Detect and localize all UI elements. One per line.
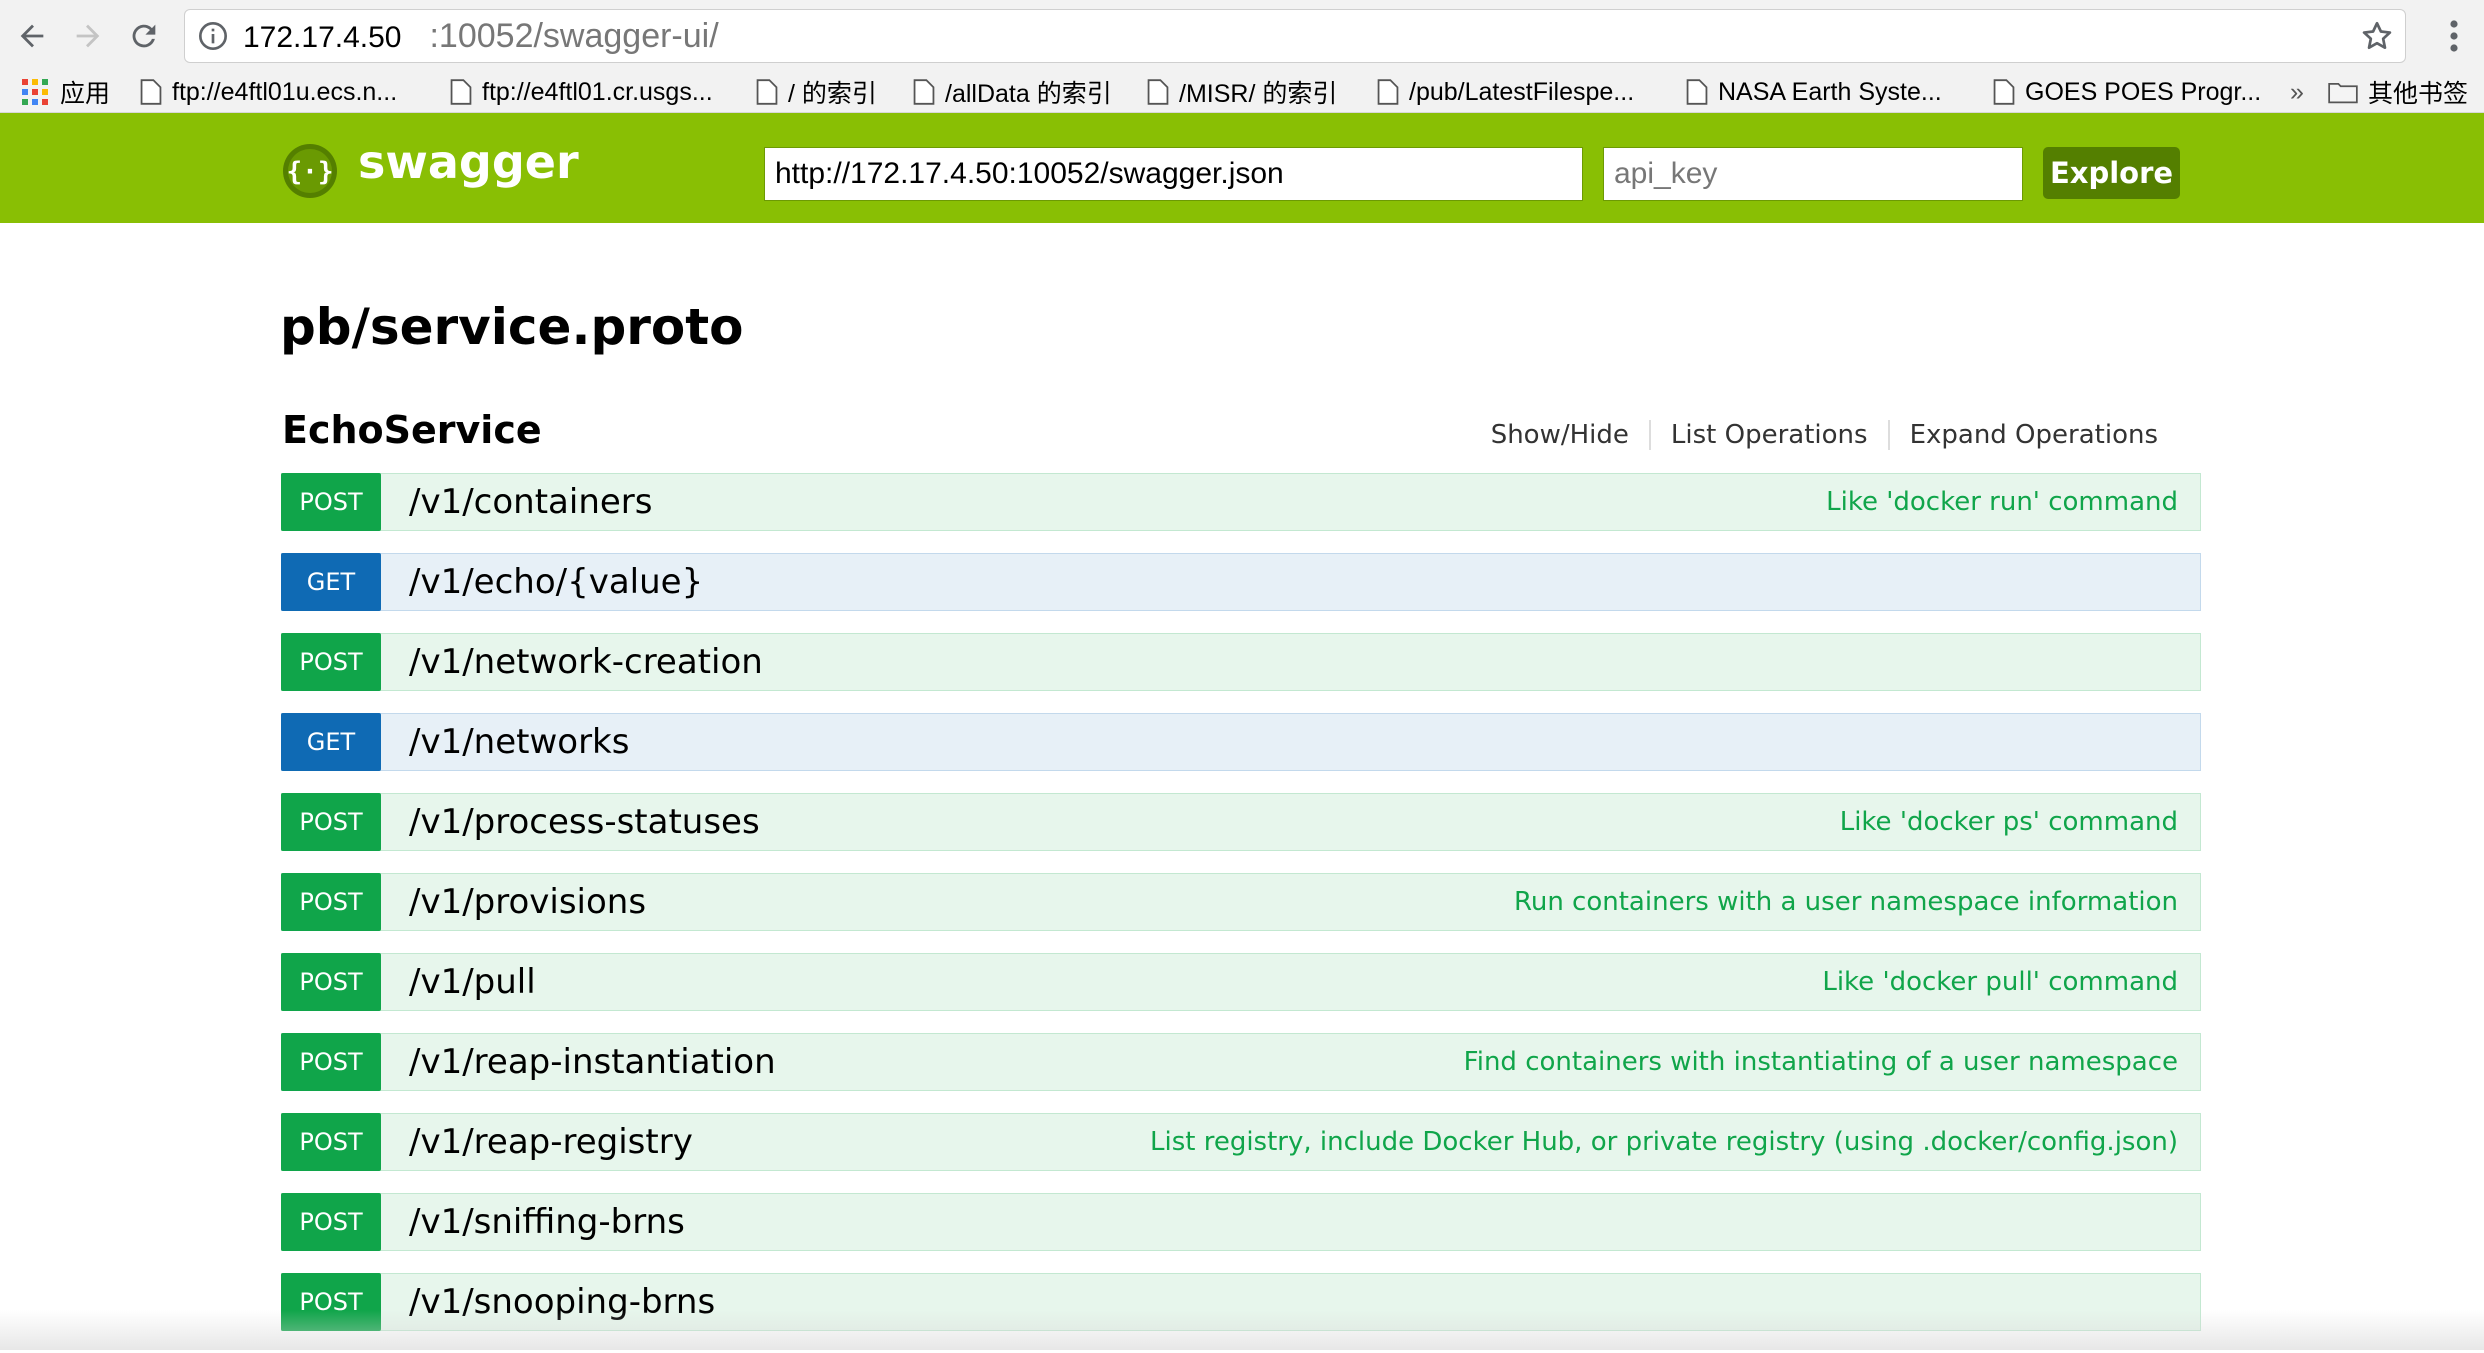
bookmark-star-icon[interactable] — [2359, 18, 2395, 54]
operation-path[interactable]: /v1/reap-instantiation — [409, 1042, 776, 1082]
page-icon — [1993, 79, 2015, 105]
bookmark-label: ftp://e4ftl01u.ecs.n... — [172, 77, 398, 106]
operation-path[interactable]: /v1/sniffing-brns — [409, 1202, 685, 1242]
api-key-input[interactable] — [1603, 147, 2023, 201]
operation-row[interactable]: POST /v1/reap-instantiation Find contain… — [281, 1033, 2201, 1091]
operation-path[interactable]: /v1/provisions — [409, 882, 646, 922]
bookmark-label: 应用 — [60, 80, 111, 108]
reload-icon — [132, 24, 156, 48]
page-icon — [1377, 79, 1399, 105]
bookmark-item[interactable]: /allData 的索引 — [913, 72, 1112, 112]
operation-path[interactable]: /v1/containers — [409, 482, 652, 522]
apps-grid-icon — [22, 79, 48, 105]
chevron-right-icon: » — [2290, 77, 2304, 106]
page-icon — [140, 79, 162, 105]
page-icon — [1147, 79, 1169, 105]
page-icon — [1686, 79, 1708, 105]
bookmark-item[interactable]: /MISR/ 的索引 — [1147, 72, 1337, 112]
spec-url-input[interactable] — [764, 147, 1583, 201]
method-badge[interactable]: POST — [281, 873, 381, 931]
back-arrow-icon — [20, 24, 44, 48]
method-badge[interactable]: POST — [281, 1193, 381, 1251]
bookmark-label: 其他书签 — [2368, 80, 2469, 108]
operation-summary[interactable]: Run containers with a user namespace inf… — [1514, 874, 2178, 930]
bookmark-apps[interactable]: 应用 — [22, 72, 110, 112]
swagger-logo-icon[interactable]: {·} — [282, 143, 338, 199]
method-badge[interactable]: POST — [281, 1033, 381, 1091]
address-url: 172.17.4.50:10052/swagger-ui/ — [243, 16, 719, 55]
method-badge[interactable]: POST — [281, 793, 381, 851]
reload-button[interactable] — [118, 10, 170, 62]
list-operations-link[interactable]: List Operations — [1648, 420, 1888, 450]
operation-row[interactable]: POST /v1/process-statuses Like 'docker p… — [281, 793, 2201, 851]
method-badge[interactable]: POST — [281, 1113, 381, 1171]
operations-list: POST /v1/containers Like 'docker run' co… — [281, 473, 2201, 1353]
bookmark-label: ftp://e4ftl01.cr.usgs... — [482, 77, 713, 106]
operation-path[interactable]: /v1/reap-registry — [409, 1122, 693, 1162]
operation-row[interactable]: POST /v1/pull Like 'docker pull' command — [281, 953, 2201, 1011]
swagger-brand[interactable]: swagger — [358, 135, 579, 189]
info-icon[interactable] — [197, 20, 229, 52]
operation-path[interactable]: /v1/pull — [409, 962, 536, 1002]
bookmark-label: /allData 的索引 — [945, 80, 1112, 108]
operation-row[interactable]: POST /v1/network-creation — [281, 633, 2201, 691]
bookmark-label: GOES POES Progr... — [2025, 77, 2262, 106]
operation-row[interactable]: POST /v1/containers Like 'docker run' co… — [281, 473, 2201, 531]
bookmark-label: /MISR/ 的索引 — [1179, 80, 1338, 108]
bookmark-label: NASA Earth Syste... — [1718, 77, 1942, 106]
operation-row[interactable]: POST /v1/sniffing-brns — [281, 1193, 2201, 1251]
operation-summary[interactable]: Like 'docker run' command — [1826, 474, 2178, 530]
bookmark-item[interactable]: NASA Earth Syste... — [1686, 72, 1942, 112]
show-hide-link[interactable]: Show/Hide — [1471, 420, 1649, 450]
page-icon — [913, 79, 935, 105]
explore-button[interactable]: Explore — [2043, 147, 2180, 199]
operation-path[interactable]: /v1/network-creation — [409, 642, 763, 682]
method-badge[interactable]: POST — [281, 473, 381, 531]
method-badge[interactable]: POST — [281, 953, 381, 1011]
operation-row[interactable]: GET /v1/echo/{value} — [281, 553, 2201, 611]
operation-summary[interactable]: Find containers with instantiating of a … — [1464, 1034, 2178, 1090]
method-badge[interactable]: POST — [281, 633, 381, 691]
bookmark-item[interactable]: / 的索引 — [756, 72, 877, 112]
forward-arrow-icon — [76, 24, 100, 48]
swagger-header: {·} swagger Explore — [0, 113, 2484, 223]
operation-row[interactable]: POST /v1/provisions Run containers with … — [281, 873, 2201, 931]
resource-title[interactable]: EchoService — [282, 408, 542, 452]
back-button[interactable] — [6, 10, 58, 62]
bookmark-label: /pub/LatestFilespe... — [1409, 77, 1635, 106]
method-badge[interactable]: GET — [281, 553, 381, 611]
operation-path[interactable]: /v1/echo/{value} — [409, 562, 703, 602]
operation-summary[interactable]: Like 'docker ps' command — [1840, 794, 2178, 850]
operation-summary[interactable]: List registry, include Docker Hub, or pr… — [1150, 1114, 2178, 1170]
browser-toolbar: 172.17.4.50:10052/swagger-ui/ — [0, 0, 2484, 72]
bookmark-item[interactable]: ftp://e4ftl01u.ecs.n... — [140, 72, 397, 112]
page-icon — [756, 79, 778, 105]
resource-links: Show/Hide List Operations Expand Operati… — [1471, 420, 2178, 450]
operation-path[interactable]: /v1/networks — [409, 722, 629, 762]
folder-icon — [2328, 83, 2358, 104]
bookmarks-bar: 应用 ftp://e4ftl01u.ecs.n... ftp://e4ftl01… — [0, 72, 2484, 113]
method-badge[interactable]: GET — [281, 713, 381, 771]
bookmark-label: / 的索引 — [788, 80, 877, 108]
bookmark-item[interactable]: GOES POES Progr... — [1993, 72, 2261, 112]
bookmark-item[interactable]: ftp://e4ftl01.cr.usgs... — [450, 72, 713, 112]
page-title: pb/service.proto — [280, 298, 744, 356]
bottom-shadow — [0, 1310, 2484, 1350]
page-icon — [450, 79, 472, 105]
expand-operations-link[interactable]: Expand Operations — [1887, 420, 2178, 450]
browser-menu-icon[interactable] — [2448, 18, 2460, 54]
svg-text:{·}: {·} — [287, 157, 334, 187]
bookmarks-overflow-button[interactable]: » — [2290, 72, 2304, 112]
bookmark-item[interactable]: /pub/LatestFilespe... — [1377, 72, 1634, 112]
operation-summary[interactable]: Like 'docker pull' command — [1822, 954, 2178, 1010]
operation-path[interactable]: /v1/process-statuses — [409, 802, 760, 842]
bookmark-other-folder[interactable]: 其他书签 — [2328, 72, 2468, 112]
operation-row[interactable]: GET /v1/networks — [281, 713, 2201, 771]
forward-button[interactable] — [62, 10, 114, 62]
address-bar[interactable]: 172.17.4.50:10052/swagger-ui/ — [184, 9, 2406, 63]
operation-row[interactable]: POST /v1/reap-registry List registry, in… — [281, 1113, 2201, 1171]
